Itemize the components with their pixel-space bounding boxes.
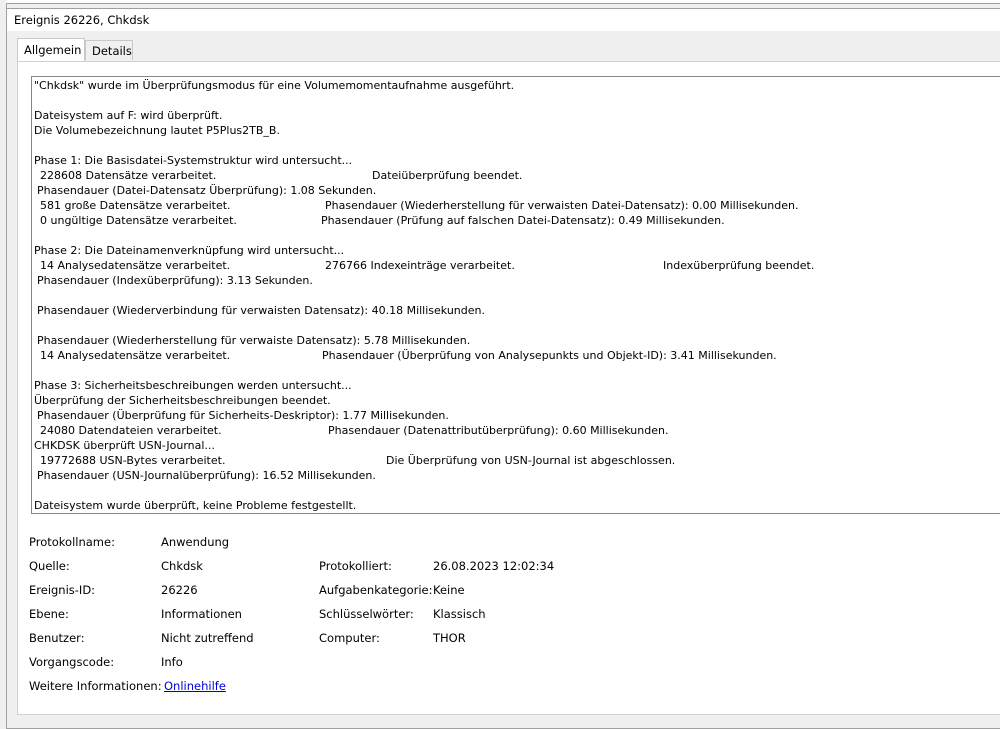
protokolliert-label: Protokolliert:: [319, 559, 392, 573]
message-line: 14 Analysedatensätze verarbeitet.: [40, 349, 231, 362]
message-line: CHKDSK überprüft USN-Journal...: [34, 439, 215, 452]
message-line: Phase 3: Sicherheitsbeschreibungen werde…: [34, 379, 352, 392]
message-line: Phasendauer (Datei-Datensatz Überprüfung…: [37, 184, 377, 197]
message-line: Indexüberprüfung beendet.: [663, 259, 815, 272]
message-line: Dateisystem auf F: wird überprüft.: [34, 109, 223, 122]
computer-value: THOR: [433, 631, 466, 645]
message-line: Die Volumebezeichnung lautet P5Plus2TB_B…: [34, 124, 280, 137]
vorgangscode-label: Vorgangscode:: [29, 655, 115, 669]
message-line: Überprüfung der Sicherheitsbeschreibunge…: [34, 394, 331, 407]
message-line: Die Überprüfung von USN-Journal ist abge…: [386, 454, 676, 467]
message-line: Phasendauer (Wiederherstellung für verwa…: [325, 199, 799, 212]
event-message-text: "Chkdsk" wurde im Überprüfungsmodus für …: [32, 77, 1000, 513]
protokollname-value: Anwendung: [161, 535, 230, 549]
message-line: Phase 2: Die Dateinamenverknüpfung wird …: [34, 244, 345, 257]
quelle-value: Chkdsk: [161, 559, 203, 573]
message-line: Phasendauer (Wiederverbindung für verwai…: [37, 304, 485, 317]
ereignis-id-label: Ereignis-ID:: [29, 583, 96, 597]
tab-content-general: "Chkdsk" wurde im Überprüfungsmodus für …: [17, 61, 1000, 715]
message-line: Phasendauer (Indexüberprüfung): 3.13 Sek…: [37, 274, 313, 287]
event-message-textbox[interactable]: "Chkdsk" wurde im Überprüfungsmodus für …: [31, 76, 1000, 514]
tab-details[interactable]: Details: [85, 40, 133, 60]
event-title-bar: Ereignis 26226, Chkdsk: [7, 8, 1000, 32]
aufgabenkategorie-label: Aufgabenkategorie:: [319, 583, 433, 597]
schluesselwoerter-label: Schlüsselwörter:: [319, 607, 414, 621]
benutzer-value: Nicht zutreffend: [161, 631, 254, 645]
event-properties-panel: Allgemein Details "Chkdsk" wurde im Über…: [7, 31, 1000, 729]
schluesselwoerter-value: Klassisch: [433, 607, 486, 621]
window-top-edge: [6, 0, 1000, 4]
message-line: 228608 Datensätze verarbeitet.: [40, 169, 217, 182]
message-line: 581 große Datensätze verarbeitet.: [40, 199, 231, 212]
event-title: Ereignis 26226, Chkdsk: [14, 13, 150, 27]
message-line: 19772688 USN-Bytes verarbeitet.: [40, 454, 226, 467]
message-line: 276766 Indexeinträge verarbeitet.: [325, 259, 515, 272]
message-line: Phasendauer (Überprüfung für Sicherheits…: [37, 409, 449, 422]
message-line: 0 ungültige Datensätze verarbeitet.: [40, 214, 237, 227]
onlinehilfe-link[interactable]: Onlinehilfe: [164, 679, 226, 693]
message-line: Dateisystem wurde überprüft, keine Probl…: [34, 499, 357, 512]
message-line: 14 Analysedatensätze verarbeitet.: [40, 259, 231, 272]
computer-label: Computer:: [319, 631, 380, 645]
protokolliert-value: 26.08.2023 12:02:34: [433, 559, 555, 573]
tab-allgemein[interactable]: Allgemein: [17, 38, 85, 62]
message-line: 24080 Datendateien verarbeitet.: [40, 424, 222, 437]
aufgabenkategorie-value: Keine: [433, 583, 465, 597]
benutzer-label: Benutzer:: [29, 631, 85, 645]
quelle-label: Quelle:: [29, 559, 70, 573]
ebene-label: Ebene:: [29, 607, 69, 621]
message-line: Phasendauer (USN-Journalüberprüfung): 16…: [37, 469, 376, 482]
ereignis-id-value: 26226: [161, 583, 198, 597]
message-line: Phasendauer (Datenattributüberprüfung): …: [328, 424, 669, 437]
message-line: Phasendauer (Prüfung auf falschen Datei-…: [321, 214, 725, 227]
message-line: "Chkdsk" wurde im Überprüfungsmodus für …: [34, 79, 515, 92]
weitere-informationen-label: Weitere Informationen:: [29, 679, 162, 693]
vorgangscode-value: Info: [161, 655, 183, 669]
window-left-border: [0, 0, 7, 729]
message-line: Dateiüberprüfung beendet.: [372, 169, 523, 182]
ebene-value: Informationen: [161, 607, 242, 621]
message-line: Phase 1: Die Basisdatei-Systemstruktur w…: [34, 154, 353, 167]
protokollname-label: Protokollname:: [29, 535, 115, 549]
message-line: Phasendauer (Überprüfung von Analysepunk…: [322, 349, 777, 362]
message-line: Phasendauer (Wiederherstellung für verwa…: [37, 334, 471, 347]
